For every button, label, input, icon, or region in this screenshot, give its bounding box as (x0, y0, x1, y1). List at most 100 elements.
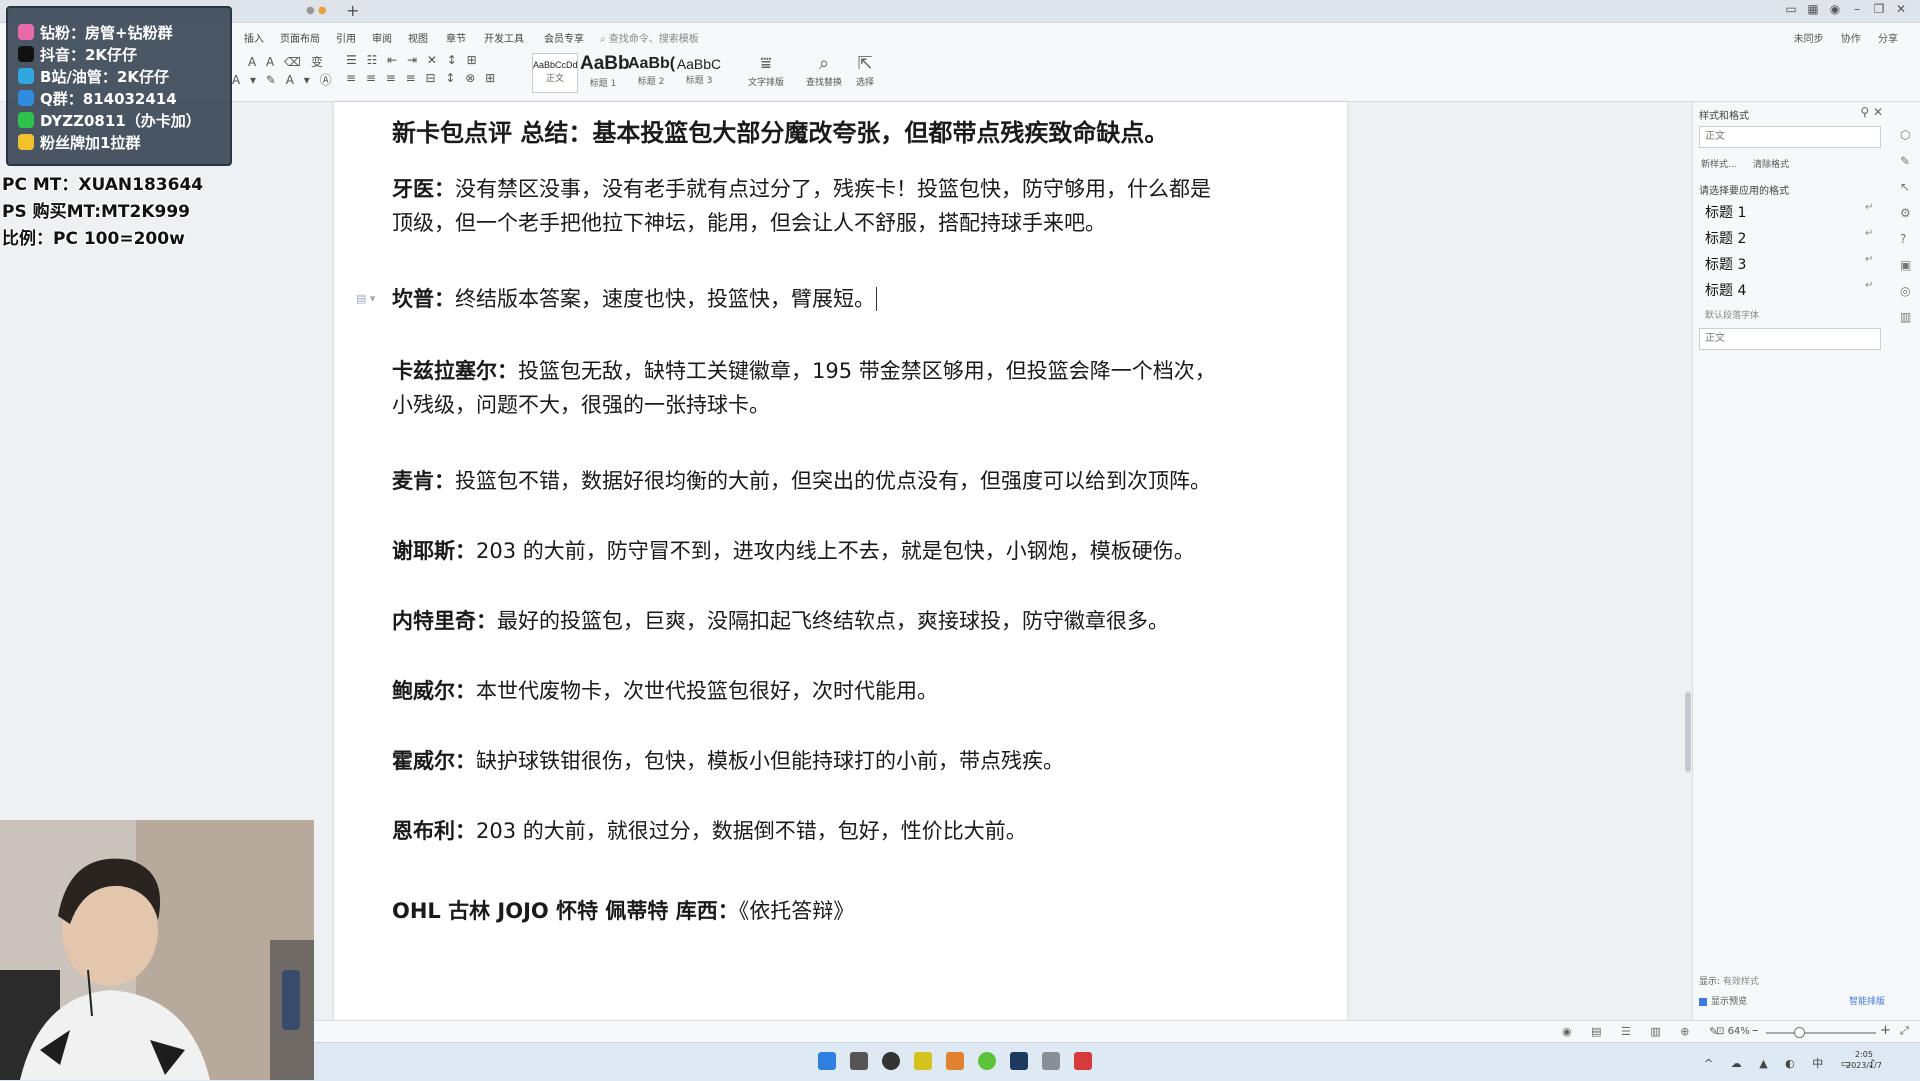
smart-layout-button[interactable]: 智能排版 (1849, 994, 1885, 1007)
explorer-icon[interactable] (850, 1052, 868, 1070)
style-heading-1[interactable]: AaBb 标题 1 (580, 53, 630, 91)
clear-format-button[interactable]: 清除格式 (1753, 157, 1789, 170)
pin-icon[interactable]: ⚲ (1860, 105, 1869, 119)
style-item-heading-4[interactable]: 标题 4 ↵ (1705, 280, 1873, 300)
image-icon[interactable]: ▣ (1900, 258, 1911, 272)
paragraph-kemp: 坎普：终结版本答案，速度也快，投篮快，臂展短。 (392, 287, 875, 311)
pane-close-icon[interactable]: ✕ (1873, 105, 1883, 119)
steam-icon[interactable] (1010, 1052, 1028, 1070)
paragraph-russell-line2: 小残级，问题不大，很强的一张持球卡。 (392, 393, 770, 417)
paragraph-mark-icon: ↵ (1865, 202, 1874, 213)
zoom-level[interactable]: ⊡ 64% (1716, 1026, 1750, 1037)
find-replace-button[interactable]: ⌕ 查找替换 (806, 53, 842, 88)
font-color-row[interactable]: A ▾ ✎ A ▾ Ⓐ (232, 71, 335, 88)
app-yellow-icon[interactable] (914, 1052, 932, 1070)
ribbon: A A ⌫ 变 A ▾ ✎ A ▾ Ⓐ ☰ ☷ ⇤ ⇥ ✕ ↕ ⊞ ≡ ≡ ≡ … (0, 49, 1920, 102)
share-button[interactable]: 分享 (1878, 34, 1898, 45)
book-icon[interactable]: ▥ (1900, 310, 1911, 324)
overlay-pc-mt: PC MT：XUAN183644 (2, 175, 204, 195)
paragraph-mark-icon: ↵ (1865, 254, 1874, 265)
style-item-heading-2[interactable]: 标题 2 ↵ (1705, 228, 1873, 248)
scroll-thumb[interactable] (1685, 692, 1691, 772)
new-tab-button[interactable]: + (346, 1, 359, 20)
text-caret (876, 287, 877, 311)
settings-icon[interactable]: ⚙ (1900, 206, 1911, 220)
help-icon[interactable]: ? (1900, 232, 1906, 246)
location-icon[interactable]: ◎ (1900, 284, 1910, 298)
diamond-fan-icon (18, 24, 34, 40)
minimize-icon[interactable]: – (1846, 2, 1868, 16)
shape-icon[interactable]: ⬡ (1900, 128, 1910, 142)
zoom-out-button[interactable]: – (1752, 1023, 1759, 1038)
paragraph-howell: 霍威尔：缺护球铁钳很伤，包快，模板小但能持球打的小前，带点残疾。 (392, 749, 1064, 773)
fullscreen-icon[interactable]: ⤢ (1900, 1024, 1909, 1038)
collab-button[interactable]: 协作 (1841, 34, 1861, 45)
style-normal[interactable]: AaBbCcDd 正文 (532, 53, 578, 93)
overlay-line: 钻粉：房管+钻粉群 (18, 22, 173, 43)
zoom-in-button[interactable]: + (1880, 1023, 1891, 1038)
menu-insert[interactable]: 插入 (244, 30, 264, 45)
overlay-line: B站/油管：2K仔仔 (18, 66, 169, 87)
list-tools-row[interactable]: ☰ ☷ ⇤ ⇥ ✕ ↕ ⊞ (346, 53, 480, 67)
style-heading-2[interactable]: AaBb( 标题 2 (628, 53, 675, 91)
selected-style-field[interactable]: 正文 (1699, 328, 1881, 350)
current-style-select[interactable]: 正文 (1699, 126, 1881, 148)
paragraph-powell: 鲍威尔：本世代废物卡，次世代投篮包很好，次时代能用。 (392, 679, 938, 703)
menu-references[interactable]: 引用 (336, 30, 356, 45)
menu-review[interactable]: 审阅 (372, 30, 392, 45)
app-gray-icon[interactable] (1042, 1052, 1060, 1070)
webcam-image (0, 820, 314, 1080)
menu-chapter[interactable]: 章节 (446, 30, 466, 45)
grid-icon[interactable]: ▦ (1802, 2, 1824, 16)
avatar[interactable]: ◉ (1824, 2, 1846, 16)
new-style-button[interactable]: 新样式... (1701, 157, 1737, 170)
style-item-heading-1[interactable]: 标题 1 ↵ (1705, 202, 1873, 222)
text-layout-icon: ⩸ (760, 53, 772, 74)
overlay-line: 抖音：2K仔仔 (18, 44, 137, 65)
wps-icon[interactable] (1074, 1052, 1092, 1070)
start-icon[interactable] (818, 1052, 836, 1070)
font-format-row[interactable]: A A ⌫ 变 (248, 53, 326, 70)
cursor-icon[interactable]: ↖ (1900, 180, 1910, 194)
default-font-label[interactable]: 默认段落字体 (1705, 308, 1759, 321)
select-icon: ⇱ (857, 53, 873, 74)
text-layout-button[interactable]: ⩸ 文字排版 (748, 53, 784, 88)
search-icon: ⌕ (600, 34, 609, 45)
paragraph-dentist-line2: 顶级，但一个老手把他拉下神坛，能用，但会让人不舒服，搭配持球手来吧。 (392, 211, 1106, 235)
select-button[interactable]: ⇱ 选择 (856, 53, 874, 88)
close-icon[interactable]: ✕ (1890, 2, 1912, 16)
menu-member[interactable]: 会员专享 (544, 30, 584, 45)
layout-icon[interactable]: ▭ (1780, 2, 1802, 16)
app-orange-icon[interactable] (946, 1052, 964, 1070)
zoom-slider-knob[interactable] (1794, 1027, 1805, 1038)
zoom-slider[interactable] (1766, 1032, 1876, 1034)
edit-icon[interactable]: ✎ (1900, 154, 1910, 168)
document-page[interactable]: 新卡包点评 总结：基本投篮包大部分魔改夸张，但都带点残疾致命缺点。 牙医：没有禁… (334, 102, 1347, 1020)
obs-icon[interactable] (882, 1052, 900, 1070)
stream-info-card: 钻粉：房管+钻粉群 抖音：2K仔仔 B站/油管：2K仔仔 Q群：81403241… (6, 6, 232, 166)
view-mode-buttons[interactable]: ◉ ▤ ☰ ▥ ⊕ ✎ (1562, 1025, 1726, 1038)
menu-view[interactable]: 视图 (408, 30, 428, 45)
menu-page-layout[interactable]: 页面布局 (280, 30, 320, 45)
paragraph-closing: OHL 古林 JOJO 怀特 佩蒂特 库西：《依托答辩》 (392, 899, 855, 923)
wechat-icon (18, 112, 34, 128)
style-hint: 请选择要应用的格式 (1699, 186, 1789, 197)
style-heading-3[interactable]: AaBbC 标题 3 (676, 53, 722, 91)
style-item-heading-3[interactable]: 标题 3 ↵ (1705, 254, 1873, 274)
menu-developer[interactable]: 开发工具 (484, 30, 524, 45)
paragraph-hayes: 谢耶斯：203 的大前，防守冒不到，进攻内线上不去，就是包快，小钢炮，模板硬伤。 (392, 539, 1195, 563)
paragraph-align-row[interactable]: ≡ ≡ ≡ ≡ ⊟ ↕ ⊗ ⊞ (346, 71, 498, 85)
right-toolbar: ⬡ ✎ ↖ ⚙ ? ▣ ◎ ▥ (1892, 102, 1920, 1020)
overlay-line: 粉丝牌加1拉群 (18, 132, 140, 153)
show-filter[interactable]: 显示: 有效样式 (1699, 974, 1759, 987)
command-search[interactable]: ⌕ 查找命令、搜索模板 (600, 30, 699, 45)
clock[interactable]: 2:05 2023/1/7 (1846, 1049, 1882, 1071)
chrome-icon[interactable] (978, 1052, 996, 1070)
styles-pane: 样式和格式 ⚲ ✕ 正文 新样式... 清除格式 请选择要应用的格式 标题 1 ↵… (1692, 102, 1893, 1020)
overlay-ratio: 比例：PC 100=200w (2, 229, 185, 249)
show-preview-checkbox[interactable]: 显示预览 (1699, 994, 1747, 1007)
vertical-scrollbar[interactable] (1684, 102, 1692, 1020)
sync-button[interactable]: 未同步 (1794, 34, 1824, 45)
paragraph-marker-icon[interactable]: ▤ ▾ (356, 292, 375, 305)
restore-icon[interactable]: ❐ (1868, 2, 1890, 16)
